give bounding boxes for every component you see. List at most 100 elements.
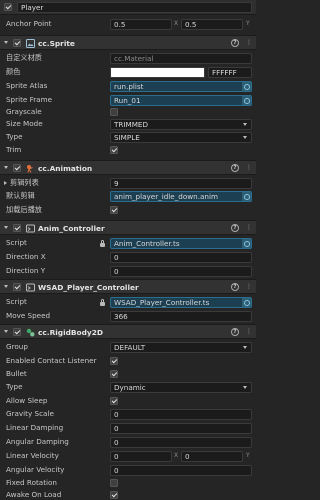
group-label: Group <box>6 342 28 351</box>
rigidbody-enabled-checkbox[interactable] <box>13 328 21 336</box>
group-select[interactable]: DEFAULT <box>110 341 252 353</box>
rigidbody-component-title: cc.RigidBody2D <box>38 328 104 337</box>
wsad-controller-component-header[interactable]: WSAD_Player_Controller ? ⋮ <box>0 279 256 294</box>
asset-picker-icon[interactable] <box>242 297 251 307</box>
gravity-scale-label: Gravity Scale <box>6 409 54 418</box>
collapse-arrow-icon[interactable] <box>4 41 8 44</box>
sprite-atlas-value: run.plist <box>114 81 144 91</box>
anim-controller-script-field[interactable]: Anim_Controller.ts <box>110 237 252 249</box>
anchor-y-input[interactable]: 0.5 <box>181 18 243 30</box>
direction-y-row: Direction Y 0 <box>0 264 256 278</box>
sprite-type-select[interactable]: SIMPLE <box>110 131 252 143</box>
gravity-scale-row: Gravity Scale 0 <box>0 407 256 421</box>
trim-checkbox[interactable] <box>110 146 118 154</box>
anim-controller-enabled-checkbox[interactable] <box>13 224 21 232</box>
awake-on-load-label: Awake On Load <box>6 490 62 499</box>
wsad-script-value: WSAD_Player_Controller.ts <box>114 297 210 307</box>
asset-picker-icon[interactable] <box>242 238 251 248</box>
asset-picker-icon[interactable] <box>242 191 251 201</box>
default-clip-label: 默认剪辑 <box>6 191 35 200</box>
menu-icon[interactable]: ⋮ <box>246 283 252 291</box>
clips-count-input[interactable]: 9 <box>110 177 252 189</box>
linear-damping-label: Linear Damping <box>6 423 64 432</box>
rigidbody-component-header[interactable]: cc.RigidBody2D ? ⋮ <box>0 324 256 339</box>
linear-damping-input[interactable]: 0 <box>110 422 252 434</box>
collapse-arrow-icon[interactable] <box>4 330 8 333</box>
anim-controller-script-value: Anim_Controller.ts <box>114 238 180 248</box>
linear-velocity-y-axis-label: Y <box>246 452 250 459</box>
custom-material-field[interactable]: cc.Material <box>110 52 252 64</box>
asset-picker-icon[interactable] <box>242 95 251 105</box>
bullet-checkbox[interactable] <box>110 370 118 378</box>
menu-icon[interactable]: ⋮ <box>246 39 252 47</box>
sprite-component-title: cc.Sprite <box>38 39 75 48</box>
anchor-point-row: Anchor Point 0.5 X 0.5 Y <box>0 17 256 31</box>
sprite-component-header[interactable]: cc.Sprite ? ⋮ <box>0 35 256 50</box>
help-icon[interactable]: ? <box>231 164 239 172</box>
body-type-select[interactable]: Dynamic <box>110 381 252 393</box>
linear-velocity-y-input[interactable]: 0 <box>181 450 243 462</box>
move-speed-input[interactable]: 366 <box>110 310 252 322</box>
anchor-x-axis-label: X <box>174 20 179 27</box>
angular-damping-label: Angular Damping <box>6 437 69 446</box>
node-active-checkbox[interactable] <box>4 3 12 11</box>
clips-label: 剪辑列表 <box>10 178 39 187</box>
play-on-load-checkbox[interactable] <box>110 206 118 214</box>
contact-listener-checkbox[interactable] <box>110 357 118 365</box>
script-label: Script <box>6 297 27 306</box>
default-clip-field[interactable]: anim_player_idle_down.anim <box>110 190 252 202</box>
expand-arrow-icon[interactable] <box>4 181 7 185</box>
color-hex-input[interactable]: FFFFFF <box>208 66 252 78</box>
play-on-load-label: 加载后播放 <box>6 205 42 214</box>
allow-sleep-label: Allow Sleep <box>6 396 48 405</box>
collapse-arrow-icon[interactable] <box>4 226 8 229</box>
asset-picker-icon[interactable] <box>242 81 251 91</box>
help-icon[interactable]: ? <box>231 224 239 232</box>
direction-x-input[interactable]: 0 <box>110 251 252 263</box>
help-icon[interactable]: ? <box>231 39 239 47</box>
direction-y-input[interactable]: 0 <box>110 265 252 277</box>
collapse-arrow-icon[interactable] <box>4 285 8 288</box>
animation-enabled-checkbox[interactable] <box>13 164 21 172</box>
anchor-x-input[interactable]: 0.5 <box>110 18 172 30</box>
size-mode-select[interactable]: TRIMMED <box>110 118 252 130</box>
default-clip-row: 默认剪辑 anim_player_idle_down.anim <box>0 189 256 203</box>
linear-velocity-x-input[interactable]: 0 <box>110 450 172 462</box>
group-row: Group DEFAULT <box>0 340 256 354</box>
gravity-scale-input[interactable]: 0 <box>110 408 252 420</box>
menu-icon[interactable]: ⋮ <box>246 164 252 172</box>
script-label: Script <box>6 238 27 247</box>
anchor-point-label: Anchor Point <box>6 19 52 28</box>
move-speed-label: Move Speed <box>6 311 51 320</box>
trim-label: Trim <box>6 145 22 154</box>
menu-icon[interactable]: ⋮ <box>246 224 252 232</box>
bullet-row: Bullet <box>0 367 256 381</box>
animation-component-header[interactable]: cc.Animation ? ⋮ <box>0 160 256 175</box>
animation-component-icon <box>27 165 33 173</box>
direction-x-row: Direction X 0 <box>0 250 256 264</box>
help-icon[interactable]: ? <box>231 328 239 336</box>
help-icon[interactable]: ? <box>231 283 239 291</box>
fixed-rotation-checkbox[interactable] <box>110 479 118 487</box>
grayscale-checkbox[interactable] <box>110 108 118 116</box>
wsad-controller-enabled-checkbox[interactable] <box>13 283 21 291</box>
anim-controller-title: Anim_Controller <box>38 224 105 233</box>
move-speed-row: Move Speed 366 <box>0 309 256 323</box>
awake-on-load-checkbox[interactable] <box>110 491 118 499</box>
sprite-atlas-field[interactable]: run.plist <box>110 80 252 92</box>
custom-material-label: 自定义材质 <box>6 53 42 62</box>
node-name-input[interactable]: Player <box>17 2 252 13</box>
menu-icon[interactable]: ⋮ <box>246 328 252 336</box>
color-swatch[interactable] <box>110 66 205 78</box>
lock-icon <box>100 240 105 247</box>
anim-controller-component-header[interactable]: Anim_Controller ? ⋮ <box>0 220 256 235</box>
sprite-enabled-checkbox[interactable] <box>13 39 21 47</box>
awake-on-load-row: Awake On Load <box>0 488 256 500</box>
angular-damping-input[interactable]: 0 <box>110 436 252 448</box>
sprite-frame-field[interactable]: Run_01 <box>110 94 252 106</box>
collapse-arrow-icon[interactable] <box>4 166 8 169</box>
script-component-icon <box>26 283 35 292</box>
allow-sleep-checkbox[interactable] <box>110 397 118 405</box>
angular-velocity-input[interactable]: 0 <box>110 464 252 476</box>
wsad-script-field[interactable]: WSAD_Player_Controller.ts <box>110 296 252 308</box>
